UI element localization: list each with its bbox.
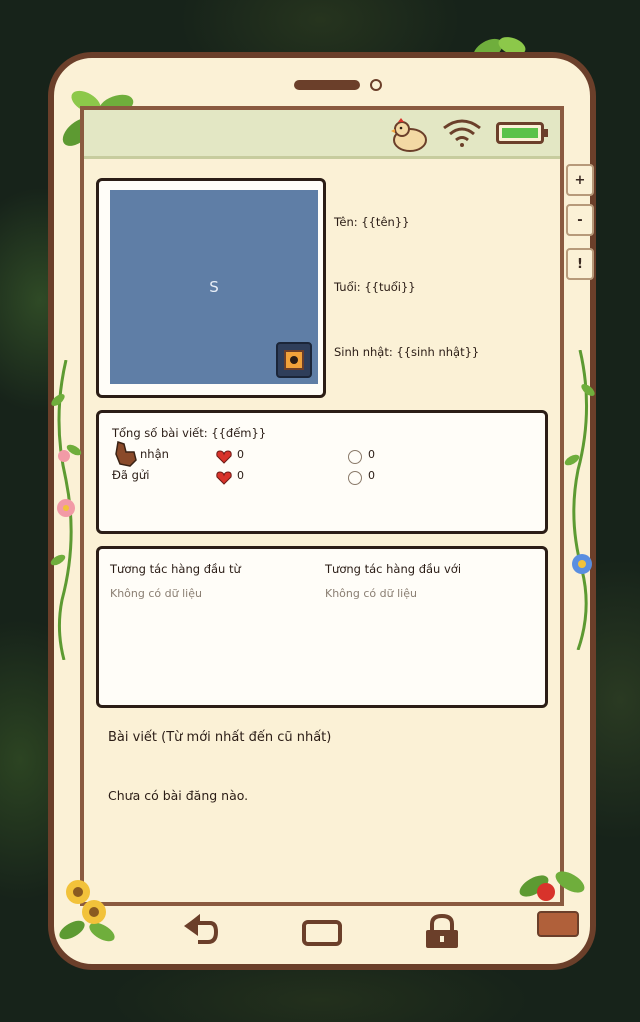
comment-bubble-icon: [348, 450, 362, 464]
battery-icon: [496, 122, 548, 144]
back-arrow-icon[interactable]: [178, 912, 222, 952]
heart-icon: [216, 450, 232, 464]
wifi-icon: [443, 119, 481, 147]
battery-nub: [544, 129, 548, 137]
comment-bubble-icon: [348, 471, 362, 485]
vine-left-icon: [50, 360, 82, 660]
received-comments-count: 0: [368, 448, 375, 461]
top-from-title: Tương tác hàng đầu từ: [110, 562, 241, 576]
top-with-empty: Không có dữ liệu: [325, 587, 417, 600]
tomato-plant-bottom-right-icon: [519, 871, 585, 937]
phone-camera-icon: [370, 79, 382, 91]
zoom-in-button[interactable]: +: [566, 164, 594, 196]
sent-comments-count: 0: [368, 469, 375, 482]
battery-level: [502, 128, 538, 138]
status-bar: [84, 110, 560, 159]
received-label: nhận: [140, 447, 169, 461]
heart-icon: [216, 471, 232, 485]
camera-icon[interactable]: [276, 342, 312, 378]
chicken-icon: [391, 118, 427, 152]
top-with-title: Tương tác hàng đầu với: [325, 562, 462, 576]
posts-empty-message: Chưa có bài đăng nào.: [108, 788, 249, 803]
info-button[interactable]: !: [566, 248, 594, 280]
posts-title: Bài viết (Từ mới nhất đến cũ nhất): [108, 730, 332, 745]
age-field: Tuổi: {{tuổi}}: [334, 280, 416, 294]
avatar-letter: S: [209, 278, 219, 296]
cursor-hand-icon: [115, 441, 137, 467]
sent-likes-count: 0: [237, 469, 244, 482]
total-posts-label: Tổng số bài viết: {{đếm}}: [112, 426, 267, 440]
zoom-out-button[interactable]: -: [566, 204, 594, 236]
lock-icon[interactable]: [420, 912, 464, 952]
home-square-icon[interactable]: [300, 912, 344, 952]
vine-right-icon: [564, 350, 595, 650]
phone-speaker: [294, 80, 360, 90]
name-field: Tên: {{tên}}: [334, 215, 410, 229]
received-likes-count: 0: [237, 448, 244, 461]
birthday-field: Sinh nhật: {{sinh nhật}}: [334, 345, 480, 359]
sunflower-bottom-left-icon: [59, 880, 115, 942]
sent-label: Đã gửi: [112, 468, 150, 482]
top-from-empty: Không có dữ liệu: [110, 587, 202, 600]
